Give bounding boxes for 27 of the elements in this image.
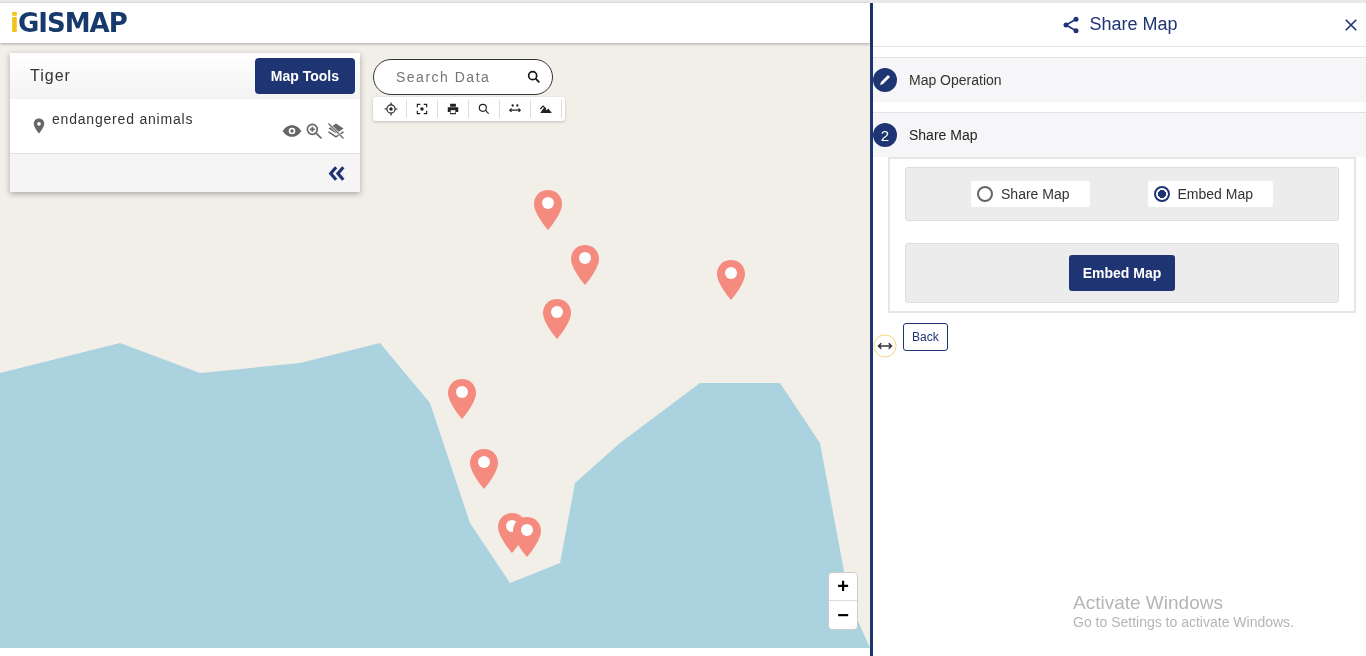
step-header[interactable]: Map Operation xyxy=(873,57,1366,102)
activation-title: Activate Windows xyxy=(1073,592,1224,614)
radio-icon[interactable] xyxy=(1153,186,1170,202)
layer-group-title: Tiger xyxy=(30,67,71,85)
radio-icon[interactable] xyxy=(977,186,993,202)
step-label: Share Map xyxy=(909,127,978,143)
layer-name[interactable]: endangered animals xyxy=(52,111,278,127)
map-tools-button[interactable]: Map Tools xyxy=(254,58,355,94)
back-button[interactable]: Back xyxy=(903,323,948,351)
collapse-icon[interactable] xyxy=(328,165,346,181)
resize-handle-icon[interactable] xyxy=(873,334,897,358)
radio-option[interactable]: Share Map xyxy=(971,181,1090,207)
panel-title: Share Map xyxy=(1089,14,1178,35)
pencil-icon xyxy=(873,68,897,92)
zoom-in-icon[interactable] xyxy=(304,121,324,141)
radio-option[interactable]: Embed Map xyxy=(1147,181,1273,207)
step-label: Map Operation xyxy=(909,72,1002,88)
step-header[interactable]: 2 Share Map xyxy=(873,112,1366,157)
search-icon[interactable] xyxy=(526,69,542,85)
zoom-button[interactable]: − xyxy=(829,601,857,629)
embed-map-button[interactable]: Embed Map xyxy=(1068,255,1176,291)
zoom-button[interactable]: + xyxy=(829,573,857,601)
logo[interactable]: iGISMAP xyxy=(10,8,127,38)
layers-off-icon[interactable] xyxy=(326,121,346,141)
step-number: 2 xyxy=(873,123,897,147)
search-field[interactable]: Search Data xyxy=(373,59,553,95)
activation-message: Go to Settings to activate Windows. xyxy=(1073,614,1295,630)
